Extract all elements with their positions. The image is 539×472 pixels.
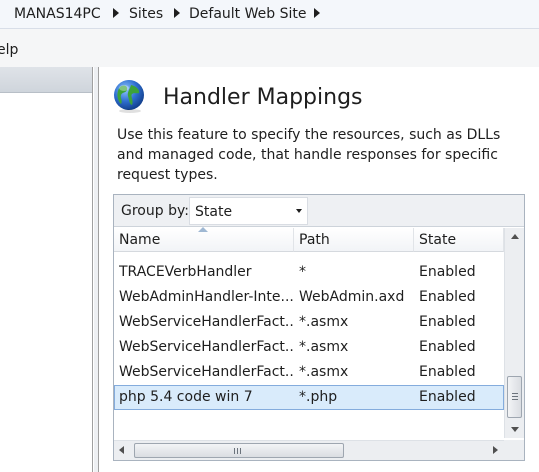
grip-line — [240, 448, 241, 454]
arrow-down-icon — [511, 427, 519, 432]
connections-pane — [0, 67, 93, 472]
grip-line — [512, 393, 518, 394]
menu-bar: elp — [0, 29, 539, 67]
cell-path: *.asmx — [299, 314, 349, 330]
page-title: Handler Mappings — [163, 85, 363, 110]
scrollbar-corner — [504, 440, 524, 460]
breadcrumb-item-default-web-site[interactable]: Default Web Site — [189, 5, 306, 23]
table-row[interactable]: WebServiceHandlerFact... *.asmx Enabled — [114, 310, 504, 335]
scroll-down-button[interactable] — [505, 421, 524, 438]
group-by-value[interactable]: State — [195, 203, 232, 221]
table-row[interactable]: WebAdminHandler-Inte... WebAdmin.axd Ena… — [114, 285, 504, 310]
cell-name: WebServiceHandlerFact... — [119, 364, 294, 380]
arrow-left-icon — [119, 446, 124, 454]
breadcrumb-item-sites[interactable]: Sites — [129, 5, 163, 23]
cell-path: WebAdmin.axd — [299, 289, 405, 305]
horizontal-scrollbar[interactable] — [114, 440, 504, 460]
horizontal-scroll-thumb[interactable] — [134, 443, 344, 458]
globe-icon — [114, 80, 144, 113]
cell-name: TRACEVerbHandler — [119, 264, 252, 280]
cell-path: *.asmx — [299, 339, 349, 355]
cell-state: Enabled — [419, 314, 476, 330]
cell-name: WebServiceHandlerFact... — [119, 339, 294, 355]
cell-path: * — [299, 264, 306, 280]
vertical-scroll-thumb[interactable] — [507, 376, 522, 418]
cell-path: *.php — [299, 389, 338, 405]
sort-ascending-icon — [198, 227, 208, 232]
arrow-right-icon — [493, 446, 498, 454]
grip-line — [234, 448, 235, 454]
table-row[interactable]: WebServiceHandlerFact... *.asmx Enabled — [114, 360, 504, 385]
vertical-scrollbar[interactable] — [504, 228, 524, 438]
group-by-label: Group by: — [121, 203, 189, 219]
scroll-up-button[interactable] — [505, 228, 524, 245]
breadcrumb-item-server[interactable]: MANAS14PC — [14, 5, 101, 23]
scroll-left-button[interactable] — [114, 441, 131, 460]
cell-name: WebServiceHandlerFact... — [119, 314, 294, 330]
cell-name: php 5.4 code win 7 — [119, 389, 253, 405]
arrow-up-icon — [511, 234, 519, 239]
scroll-right-button[interactable] — [487, 441, 504, 460]
breadcrumb-separator-icon[interactable] — [314, 8, 320, 18]
cell-state: Enabled — [419, 339, 476, 355]
breadcrumb-separator-icon[interactable] — [113, 8, 119, 18]
menu-item-help[interactable]: elp — [0, 41, 18, 59]
table-row-selected[interactable]: php 5.4 code win 7 *.php Enabled — [114, 385, 504, 410]
cell-name: WebAdminHandler-Inte... — [119, 289, 294, 305]
table-row[interactable]: TRACEVerbHandler * Enabled — [114, 260, 504, 285]
connections-pane-header — [0, 67, 92, 93]
column-header-path[interactable]: Path — [294, 228, 414, 252]
address-bar: MANAS14PC Sites Default Web Site — [0, 0, 539, 29]
cell-path: *.asmx — [299, 364, 349, 380]
cell-state: Enabled — [419, 264, 476, 280]
feature-description: Use this feature to specify the resource… — [117, 127, 501, 183]
column-header-state[interactable]: State — [414, 228, 504, 252]
breadcrumb-separator-icon[interactable] — [174, 8, 180, 18]
grip-line — [512, 396, 518, 397]
cell-state: Enabled — [419, 389, 476, 405]
table-body: TRACEVerbHandler * Enabled WebAdminHandl… — [114, 253, 504, 438]
table-row[interactable]: WebServiceHandlerFact... *.asmx Enabled — [114, 335, 504, 360]
grip-line — [237, 448, 238, 454]
grip-line — [512, 399, 518, 400]
cell-state: Enabled — [419, 289, 476, 305]
chevron-down-icon[interactable] — [296, 209, 302, 213]
cell-state: Enabled — [419, 364, 476, 380]
